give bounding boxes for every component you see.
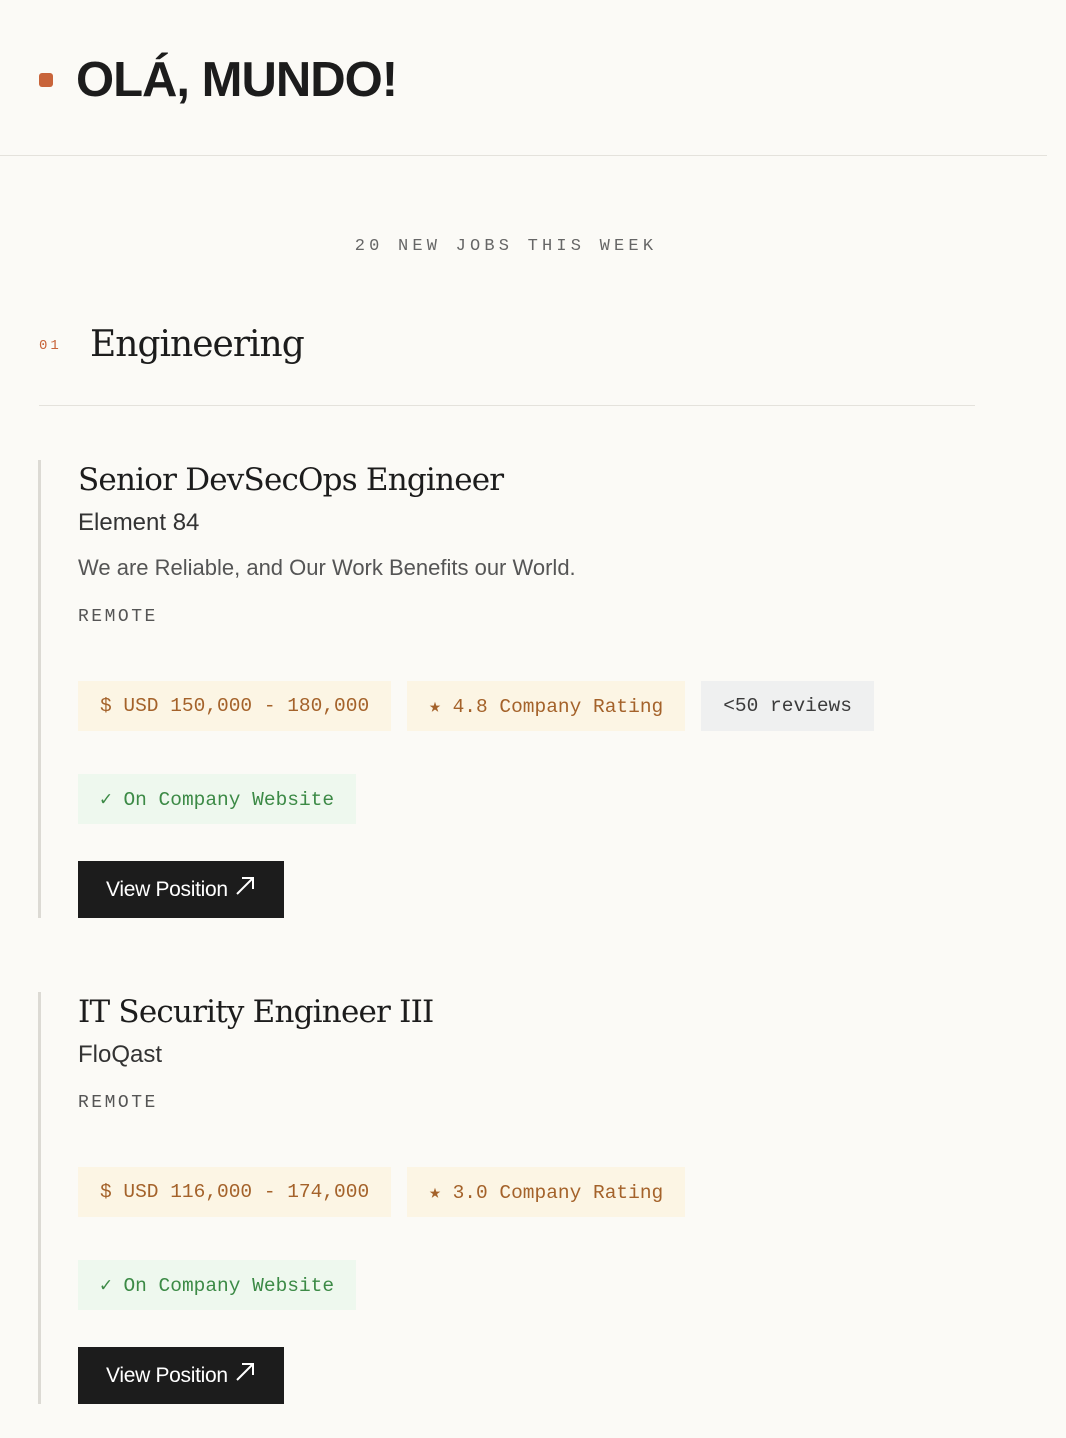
company-name: FloQast xyxy=(78,1041,163,1068)
reviews-badge: <50 reviews xyxy=(701,681,874,731)
salary-badge: $ USD 150,000 - 180,000 xyxy=(78,681,392,731)
jobs-count-label: 20 NEW JOBS THIS WEEK xyxy=(354,237,658,256)
company-name: Element 84 xyxy=(78,509,200,536)
view-position-button[interactable]: View Position xyxy=(78,861,284,918)
job-card: Senior DevSecOps Engineer Element 84 We … xyxy=(38,460,968,918)
rating-badge: ★ 3.0 Company Rating xyxy=(407,1167,686,1217)
view-position-label: View Position xyxy=(106,1363,228,1387)
page-header: OLÁ, MUNDO! xyxy=(0,0,1047,156)
salary-badge: $ USD 116,000 - 174,000 xyxy=(78,1167,392,1217)
view-position-button[interactable]: View Position xyxy=(78,1347,284,1404)
section-header: 01 Engineering xyxy=(39,318,975,406)
arrow-up-right-icon xyxy=(234,1361,256,1390)
rating-badge: ★ 4.8 Company Rating xyxy=(407,681,686,731)
job-location: REMOTE xyxy=(78,607,158,627)
company-website-badge: ✓ On Company Website xyxy=(78,774,357,824)
company-website-badge: ✓ On Company Website xyxy=(78,1260,357,1310)
job-tags: $ USD 116,000 - 174,000 ★ 3.0 Company Ra… xyxy=(78,1167,968,1217)
job-title[interactable]: IT Security Engineer III xyxy=(78,992,968,1032)
brand-dot-icon xyxy=(39,73,53,87)
view-position-label: View Position xyxy=(106,877,228,901)
arrow-up-right-icon xyxy=(234,875,256,904)
job-tags: $ USD 150,000 - 180,000 ★ 4.8 Company Ra… xyxy=(78,681,968,731)
section-number: 01 xyxy=(39,338,62,354)
job-location: REMOTE xyxy=(78,1093,158,1113)
section-title: Engineering xyxy=(90,324,305,365)
company-tagline: We are Reliable, and Our Work Benefits o… xyxy=(78,555,576,580)
page-title: OLÁ, MUNDO! xyxy=(76,53,398,107)
job-card: IT Security Engineer III FloQast REMOTE … xyxy=(38,992,968,1404)
job-title[interactable]: Senior DevSecOps Engineer xyxy=(78,460,968,500)
